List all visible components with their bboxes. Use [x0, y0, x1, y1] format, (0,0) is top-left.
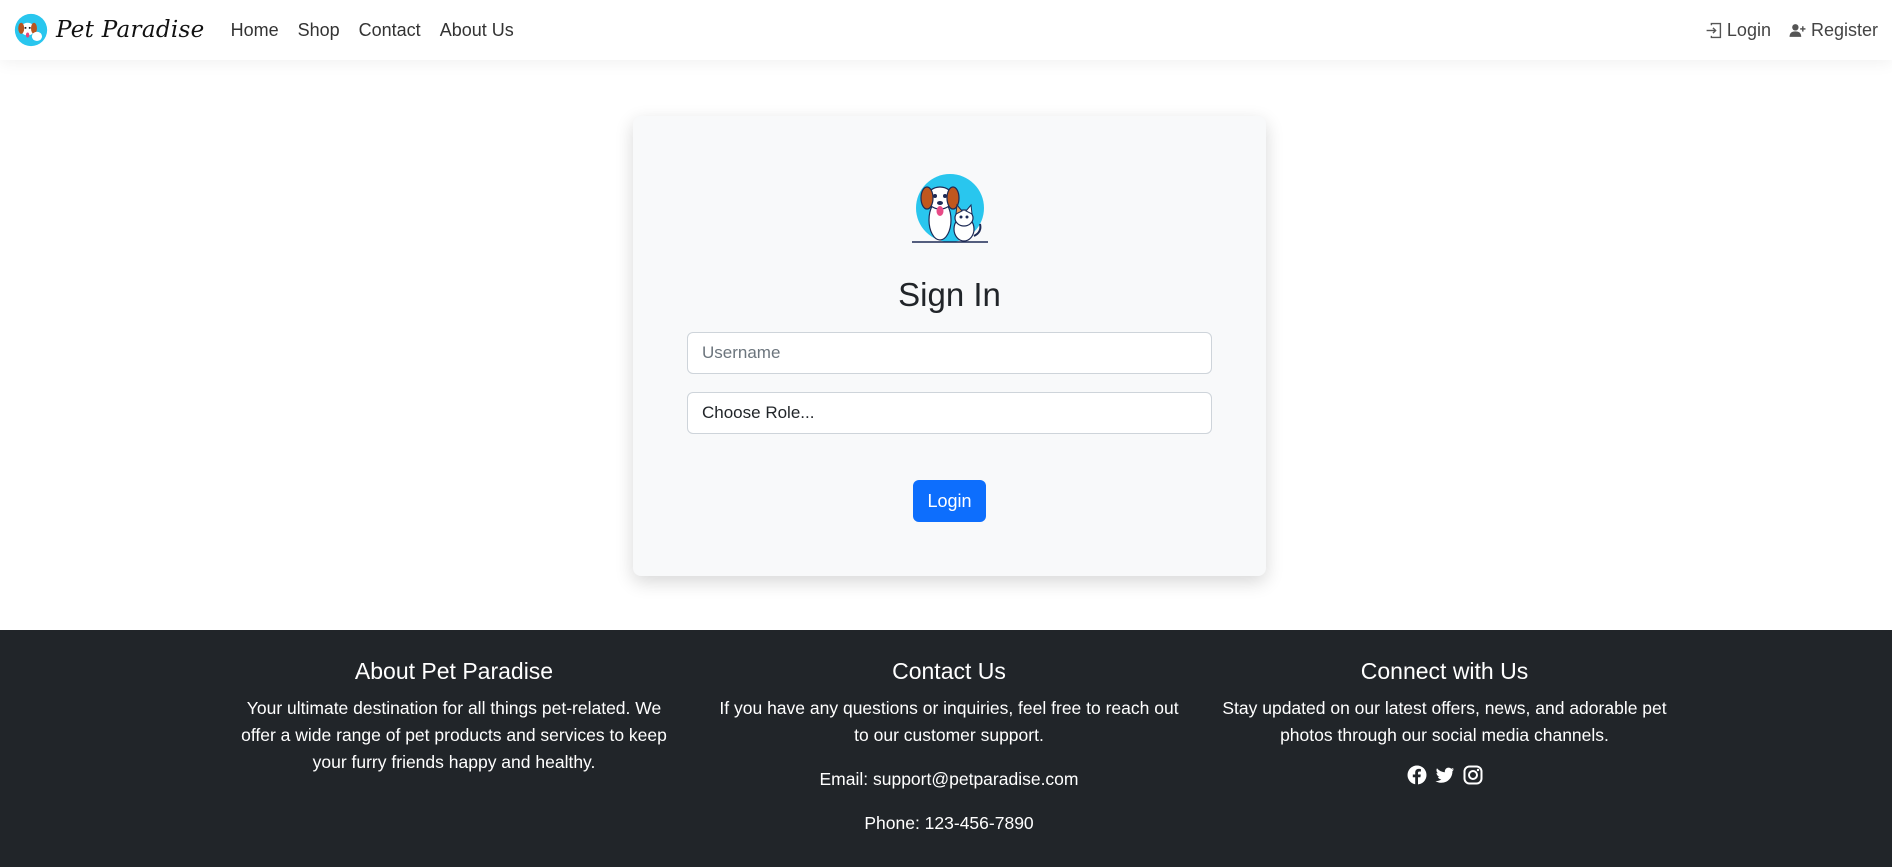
nav-shop[interactable]: Shop — [298, 20, 340, 41]
page-title: Sign In — [898, 276, 1001, 313]
login-icon — [1706, 22, 1722, 38]
nav-about-us[interactable]: About Us — [440, 20, 514, 41]
user-plus-icon — [1789, 23, 1806, 37]
footer-connect-title: Connect with Us — [1360, 658, 1529, 684]
footer-connect-text: Stay updated on our latest offers, news,… — [1222, 698, 1667, 745]
nav-links: Home Shop Contact About Us — [231, 20, 514, 41]
navbar: Pet Paradise Home Shop Contact About Us … — [0, 0, 1892, 60]
signin-card: Sign In Choose Role... Login — [633, 116, 1266, 576]
footer-contact: Contact Us If you have any questions or … — [718, 658, 1180, 837]
footer-contact-phone: Phone: 123-456-7890 — [864, 813, 1034, 833]
footer-about: About Pet Paradise Your ultimate destina… — [228, 658, 680, 776]
footer-contact-text: If you have any questions or inquiries, … — [719, 698, 1179, 745]
dog-cat-logo-icon — [14, 13, 48, 47]
nav-contact[interactable]: Contact — [359, 20, 421, 41]
footer: About Pet Paradise Your ultimate destina… — [0, 630, 1892, 867]
dog-cat-logo-icon — [912, 174, 988, 243]
nav-home[interactable]: Home — [231, 20, 279, 41]
role-select-value: Choose Role... — [702, 403, 815, 422]
nav-auth: Login Register — [1705, 20, 1878, 41]
username-input[interactable] — [687, 332, 1212, 374]
nav-register-label: Register — [1810, 19, 1878, 40]
footer-about-text: Your ultimate destination for all things… — [241, 698, 667, 772]
footer-connect: Connect with Us Stay updated on our late… — [1212, 658, 1677, 785]
role-select[interactable]: Choose Role... — [687, 392, 1212, 434]
instagram-icon[interactable] — [1463, 765, 1483, 785]
nav-login[interactable]: Login — [1705, 20, 1771, 41]
login-button[interactable]: Login — [913, 480, 986, 522]
nav-login-label: Login — [1726, 19, 1771, 40]
footer-contact-email: Email: support@petparadise.com — [819, 769, 1079, 789]
brand-link[interactable]: Pet Paradise — [14, 13, 205, 47]
facebook-icon[interactable] — [1407, 765, 1427, 785]
footer-about-title: About Pet Paradise — [354, 658, 554, 684]
brand-name: Pet Paradise — [56, 17, 205, 43]
social-links — [1212, 765, 1677, 785]
footer-contact-title: Contact Us — [892, 658, 1006, 684]
twitter-icon[interactable] — [1435, 765, 1455, 785]
nav-register[interactable]: Register — [1789, 20, 1878, 41]
